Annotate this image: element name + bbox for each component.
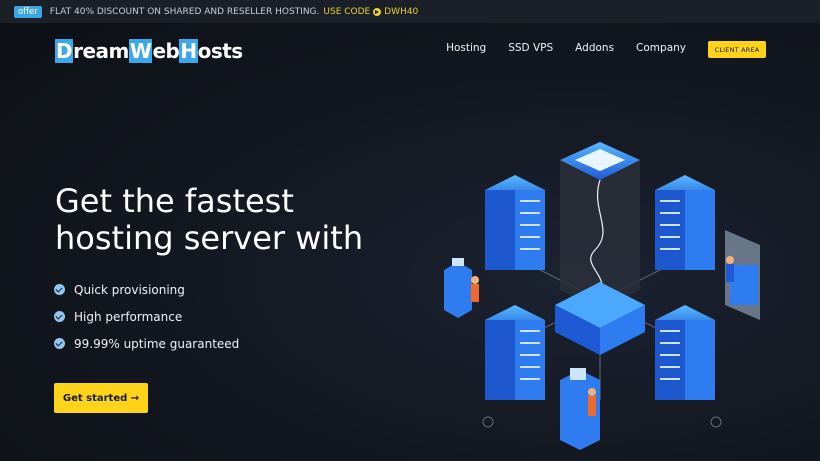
hero-headline: Get the fastest hosting server with	[55, 183, 415, 257]
check-circle-icon	[54, 311, 65, 322]
logo-text-osts: osts	[197, 39, 244, 63]
logo-text-eb: eb	[152, 39, 180, 63]
use-code-label: USE CODE	[323, 6, 371, 17]
nav-item-hosting[interactable]: Hosting	[446, 42, 486, 54]
check-circle-icon	[54, 284, 65, 295]
logo-letter-h: H	[179, 39, 198, 63]
headline-line-2: hosting server with	[55, 219, 364, 257]
logo-letter-w: W	[128, 39, 153, 63]
headline-line-1: Get the fastest	[55, 182, 294, 220]
feature-label: Quick provisioning	[74, 282, 185, 297]
logo-letter-d: D	[55, 39, 74, 63]
nav-item-company[interactable]: Company	[636, 42, 686, 54]
nav-item-ssd-vps[interactable]: SSD VPS	[508, 42, 553, 54]
main-nav: Hosting SSD VPS Addons Company	[446, 42, 686, 54]
client-area-button[interactable]: CLIENT AREA	[708, 41, 766, 58]
feature-item: Quick provisioning	[54, 276, 239, 303]
feature-list: Quick provisioning High performance 99.9…	[54, 276, 239, 357]
server-illustration	[444, 142, 760, 450]
promo-code: USE CODE DWH40	[323, 7, 418, 17]
feature-item: 99.99% uptime guaranteed	[54, 330, 239, 357]
promo-code-value: DWH40	[384, 6, 419, 17]
promo-bar: offer FLAT 40% DISCOUNT ON SHARED AND RE…	[0, 0, 820, 23]
feature-item: High performance	[54, 303, 239, 330]
nav-item-addons[interactable]: Addons	[575, 42, 614, 54]
promo-message: FLAT 40% DISCOUNT ON SHARED AND RESELLER…	[49, 6, 320, 17]
feature-label: 99.99% uptime guaranteed	[74, 336, 240, 351]
feature-label: High performance	[74, 309, 183, 324]
arrow-circle-icon	[373, 7, 382, 16]
offer-badge: offer	[14, 5, 42, 18]
get-started-button[interactable]: Get started →	[54, 383, 148, 413]
site-logo[interactable]: D ream W eb H osts	[55, 38, 243, 64]
check-circle-icon	[54, 338, 65, 349]
logo-text-ream: ream	[73, 39, 129, 63]
